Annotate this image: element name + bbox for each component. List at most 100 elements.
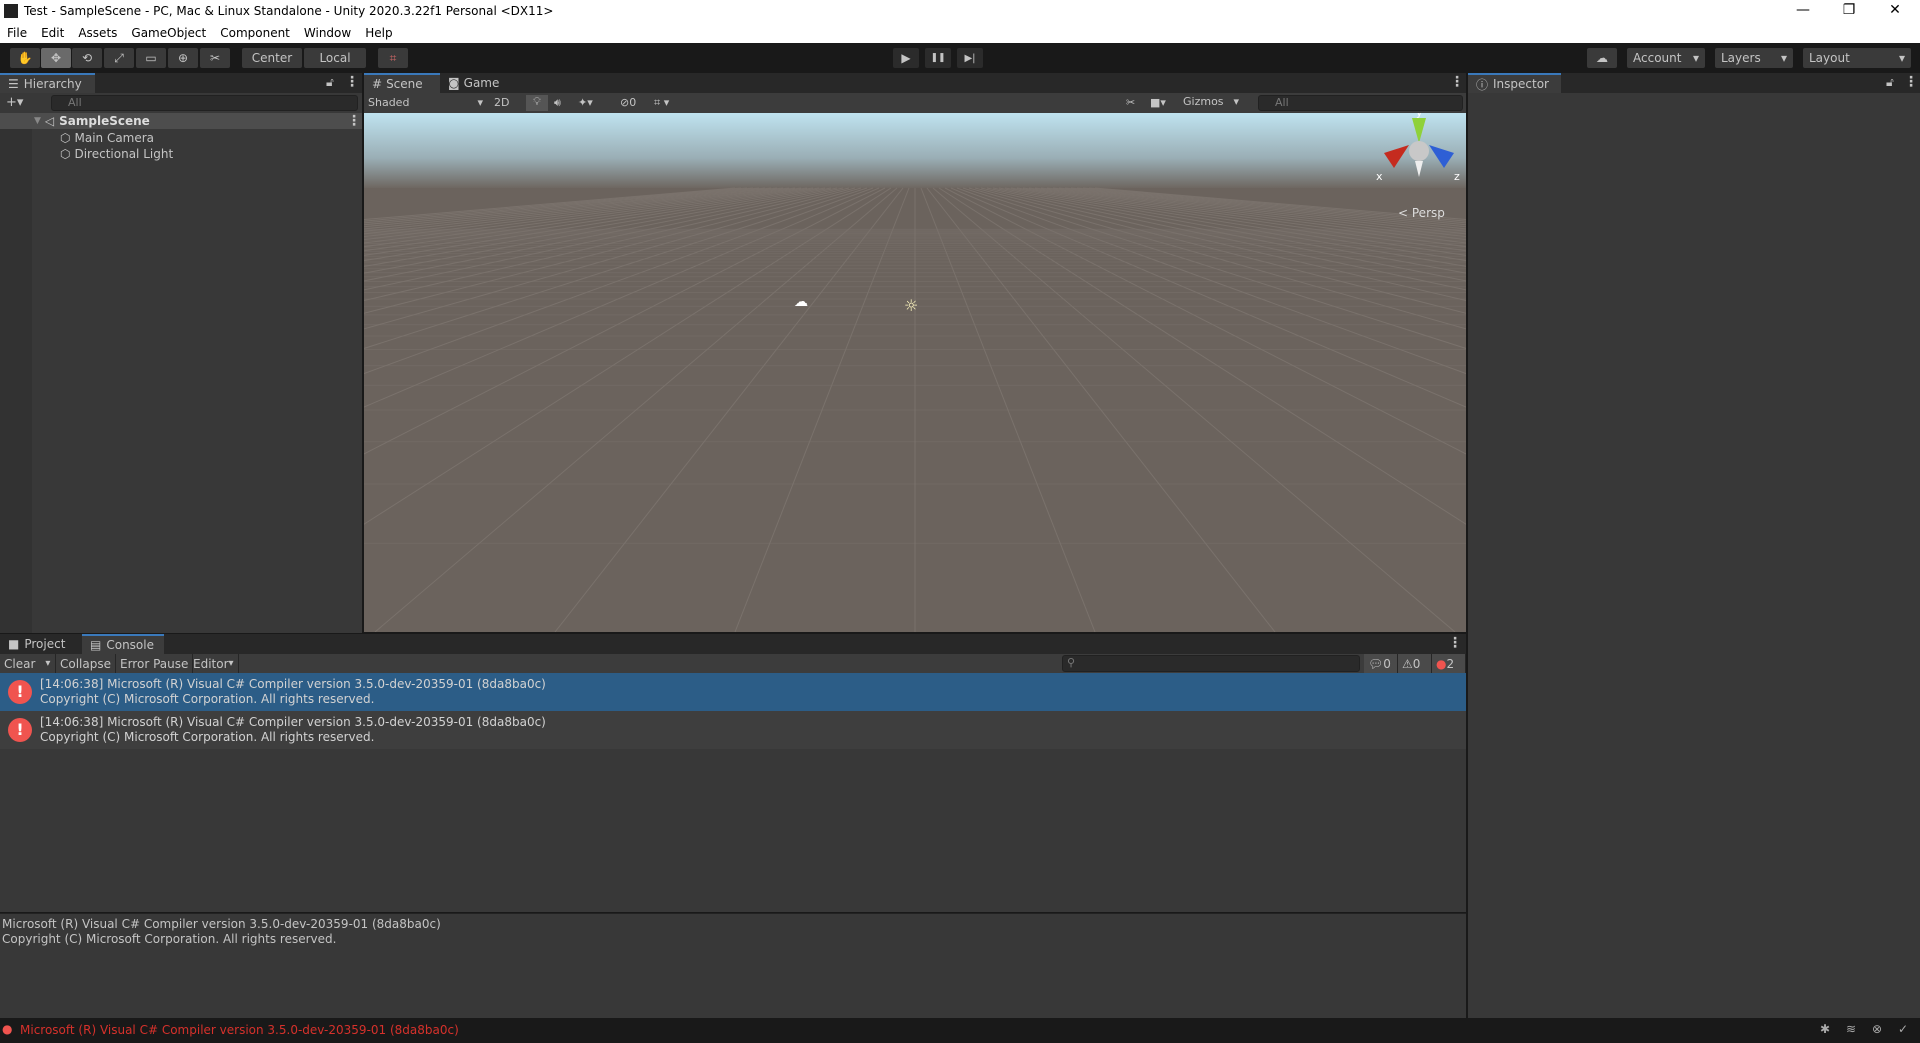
rotate-tool-button[interactable]: ⟲ — [72, 48, 102, 68]
pause-button[interactable]: ❚❚ — [925, 48, 951, 68]
restore-button[interactable]: ❐ — [1826, 0, 1872, 22]
camera-dropdown-icon[interactable]: ■▾ — [1150, 96, 1166, 109]
menu-component[interactable]: Component — [213, 26, 297, 40]
menu-file[interactable]: File — [0, 26, 34, 40]
skybox — [364, 113, 1466, 188]
more-options-icon[interactable]: ⋮ — [345, 74, 359, 90]
hierarchy-item[interactable]: ⬡ Directional Light — [60, 146, 173, 162]
tab-label: Game — [463, 76, 500, 90]
audio-toggle-icon[interactable]: 🔊︎ — [554, 96, 561, 110]
menu-help[interactable]: Help — [358, 26, 399, 40]
editor-label: Editor — [193, 656, 229, 671]
transform-tool-button[interactable]: ⊕ — [168, 48, 198, 68]
gameobject-icon: ⬡ — [60, 131, 71, 145]
hierarchy-search-input[interactable]: All — [51, 95, 358, 111]
effects-dropdown-icon[interactable]: ✦▾ — [578, 96, 593, 109]
2d-toggle[interactable]: 2D — [494, 96, 509, 109]
lighting-toggle-icon[interactable]: 💡︎ — [526, 95, 548, 111]
entry-detail: Copyright (C) Microsoft Corporation. All… — [40, 730, 375, 744]
hidden-objects-toggle[interactable]: ⊘0 — [620, 96, 636, 109]
grid-dropdown-icon[interactable]: ⌗ ▾ — [654, 96, 669, 110]
custom-tool-button[interactable]: ✂ — [200, 48, 230, 68]
more-options-icon[interactable]: ⋮ — [1450, 74, 1464, 90]
tab-project[interactable]: ■ Project — [0, 634, 82, 654]
chevron-down-icon: ▾ — [1780, 51, 1787, 65]
expand-arrow-icon[interactable]: ▼ — [34, 116, 41, 126]
y-label: y — [1416, 113, 1423, 119]
menu-assets[interactable]: Assets — [71, 26, 124, 40]
status-message[interactable]: Microsoft (R) Visual C# Compiler version… — [20, 1023, 459, 1037]
list-icon: ☰ — [8, 77, 19, 91]
step-button[interactable]: ▶| — [957, 48, 983, 68]
scene-menu-icon[interactable]: ⋮ — [347, 113, 361, 129]
gizmos-dropdown[interactable]: Gizmos ▾ — [1180, 95, 1242, 111]
lock-icon[interactable]: 🔓︎ — [326, 75, 334, 90]
chevron-down-icon: ▾ — [1233, 95, 1239, 108]
console-entry[interactable]: ! [14:06:38] Microsoft (R) Visual C# Com… — [0, 711, 1466, 749]
error-pause-button[interactable]: Error Pause — [116, 654, 194, 673]
debug-mode-icon[interactable]: ✱ — [1820, 1022, 1830, 1036]
collapse-button[interactable]: Collapse — [56, 654, 116, 673]
auto-generate-lighting-icon[interactable]: ⊗ — [1872, 1022, 1882, 1036]
account-dropdown[interactable]: Account ▾ — [1627, 48, 1705, 68]
scene-canvas[interactable]: ☁ ☼ y x z < Persp — [364, 113, 1466, 632]
warning-count: 0 — [1412, 656, 1421, 671]
entry-detail: Copyright (C) Microsoft Corporation. All… — [40, 692, 375, 706]
inspector-panel — [1468, 93, 1920, 1018]
hierarchy-item[interactable]: ⬡ Main Camera — [60, 130, 154, 146]
console-toolbar: Clear ▾ Collapse Error Pause Editor ▾ ⚲ 💬︎… — [0, 654, 1466, 673]
tools-icon[interactable]: ✂ — [1126, 96, 1135, 109]
hand-tool-button[interactable]: ✋ — [10, 48, 40, 68]
scene-view[interactable]: ☁ ☼ y x z < Persp — [364, 113, 1466, 632]
shading-dropdown[interactable]: Shaded ▾ — [368, 96, 483, 109]
more-options-icon[interactable]: ⋮ — [1448, 635, 1462, 651]
space-label: Local — [319, 51, 351, 65]
main-toolbar: ✋ ✥ ⟲ ⤢ ▭ ⊕ ✂ Center Local ⌗ ▶ ❚❚ ▶| ☁ A… — [0, 43, 1920, 73]
scene-search-input[interactable]: All — [1258, 95, 1463, 111]
console-search-input[interactable]: ⚲ — [1062, 655, 1360, 672]
tab-console[interactable]: ▤ Console — [82, 634, 164, 654]
play-button[interactable]: ▶ — [893, 48, 919, 68]
layers-dropdown[interactable]: Layers ▾ — [1715, 48, 1793, 68]
tab-hierarchy[interactable]: ☰ Hierarchy — [0, 73, 95, 93]
progress-check-icon[interactable]: ✓ — [1898, 1022, 1908, 1036]
gizmos-label: Gizmos — [1183, 95, 1224, 108]
center-cube[interactable] — [1409, 141, 1429, 161]
unity-logo-icon — [4, 4, 18, 18]
grid-snap-icon[interactable]: ⌗ — [378, 48, 408, 68]
gamepad-icon: ◙ — [448, 76, 460, 90]
editor-dropdown[interactable]: Editor ▾ — [189, 654, 239, 673]
chevron-down-icon[interactable]: ▾ — [45, 658, 50, 669]
menu-edit[interactable]: Edit — [34, 26, 71, 40]
console-list: ! [14:06:38] Microsoft (R) Visual C# Com… — [0, 673, 1466, 912]
menu-gameobject[interactable]: GameObject — [124, 26, 213, 40]
close-button[interactable]: ✕ — [1872, 0, 1918, 22]
minimize-button[interactable]: — — [1780, 0, 1826, 22]
cache-server-icon[interactable]: ≋ — [1846, 1022, 1856, 1036]
cloud-icon[interactable]: ☁ — [1587, 48, 1617, 68]
error-count: 2 — [1446, 656, 1455, 671]
lock-icon[interactable]: 🔓︎ — [1886, 75, 1894, 90]
clear-button[interactable]: Clear ▾ — [0, 654, 56, 673]
move-tool-button[interactable]: ✥ — [41, 48, 71, 68]
console-entry[interactable]: ! [14:06:38] Microsoft (R) Visual C# Com… — [0, 673, 1466, 711]
scene-toolbar: Shaded ▾ 2D 💡︎ 🔊︎ ✦▾ ⊘0 ⌗ ▾ ✂ ■▾ Gizmos ▾ … — [364, 93, 1466, 113]
add-button[interactable]: +▾ — [6, 95, 23, 110]
rect-tool-button[interactable]: ▭ — [136, 48, 166, 68]
more-options-icon[interactable]: ⋮ — [1904, 74, 1918, 90]
scene-row[interactable]: ▼ ◁ SampleScene ⋮ — [0, 113, 362, 129]
pivot-local-button[interactable]: Local — [304, 48, 366, 68]
scale-tool-button[interactable]: ⤢ — [104, 48, 134, 68]
tab-inspector[interactable]: ⓘ Inspector — [1468, 73, 1561, 93]
clear-label: Clear — [4, 656, 36, 671]
menu-window[interactable]: Window — [297, 26, 358, 40]
tab-scene[interactable]: # Scene — [364, 73, 440, 93]
pivot-center-button[interactable]: Center — [242, 48, 302, 68]
warning-filter-toggle[interactable]: ⚠ 0 — [1398, 654, 1432, 673]
tab-game[interactable]: ◙ Game — [440, 73, 510, 93]
error-filter-toggle[interactable]: ● 2 — [1432, 654, 1466, 673]
pivot-label: Center — [251, 51, 293, 65]
layout-dropdown[interactable]: Layout ▾ — [1803, 48, 1911, 68]
info-filter-toggle[interactable]: 💬︎ 0 — [1364, 654, 1398, 673]
projection-label[interactable]: < Persp — [1398, 206, 1445, 220]
